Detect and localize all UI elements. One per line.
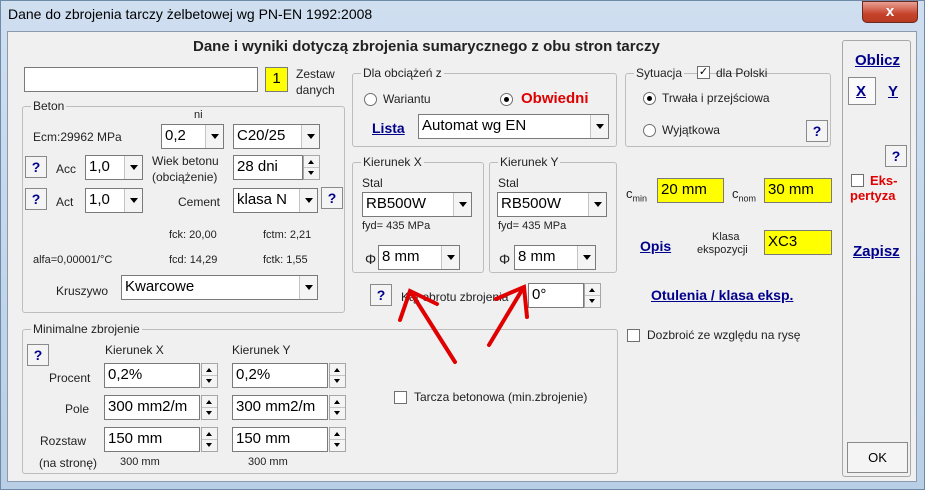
annotation-arrow-right <box>487 284 529 347</box>
annotation-arrows <box>398 284 529 364</box>
annotation-arrow-left <box>398 288 457 364</box>
